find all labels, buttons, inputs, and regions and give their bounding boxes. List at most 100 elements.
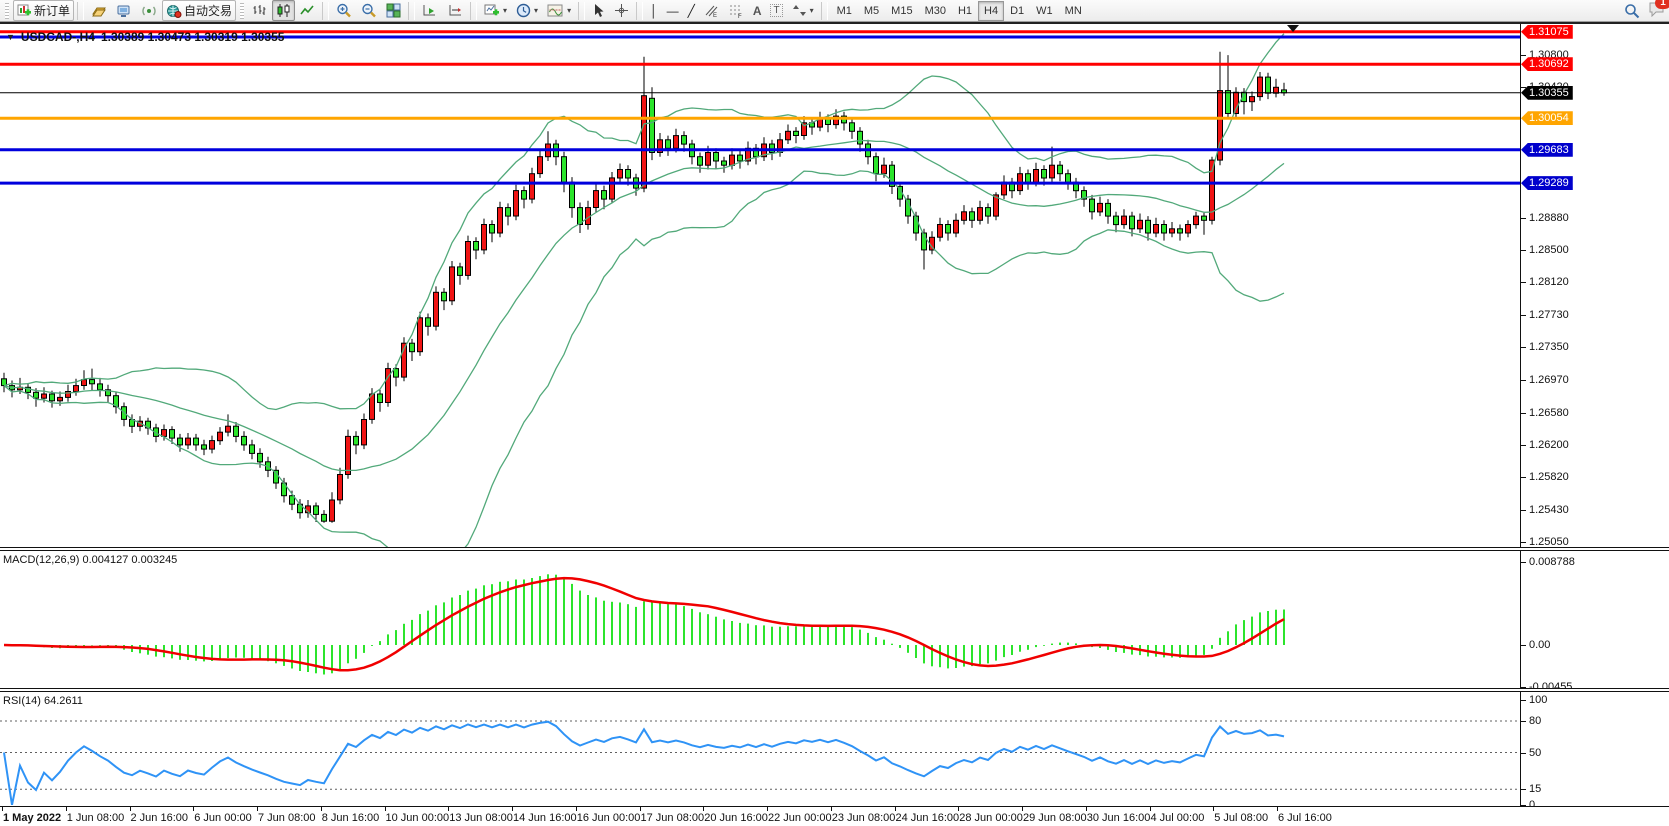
notification-count-badge: 1	[1655, 0, 1669, 9]
terminal-button[interactable]	[112, 0, 136, 21]
periods-button[interactable]: ▾	[512, 0, 542, 21]
trendline-icon: ╱	[688, 5, 695, 17]
pane-separator-macd[interactable]	[0, 547, 1669, 551]
horizontal-line-button[interactable]: —	[663, 0, 683, 21]
time-label: 23 Jun 08:00	[832, 812, 896, 824]
tile-windows-button[interactable]	[382, 0, 405, 21]
zoom-in-button[interactable]	[332, 0, 356, 21]
vertical-line-button[interactable]: │	[646, 0, 662, 21]
timeframe-w1[interactable]: W1	[1030, 1, 1059, 21]
time-label: 6 Jun 00:00	[194, 812, 252, 824]
time-tick	[2, 807, 3, 811]
time-label: 4 Jul 00:00	[1151, 812, 1205, 824]
timeframe-m15[interactable]: M15	[885, 1, 918, 21]
equidistant-channel-button[interactable]: E	[700, 0, 723, 21]
time-label: 10 Jun 00:00	[386, 812, 450, 824]
macd-tick-label: 0.00	[1529, 639, 1550, 651]
crosshair-icon	[614, 3, 629, 18]
search-icon[interactable]	[1624, 3, 1640, 19]
axis-tick	[1521, 510, 1526, 511]
axis-tick	[1521, 218, 1526, 219]
rsi-tick-label: 80	[1529, 715, 1541, 727]
collapse-triangle-icon[interactable]: ▼	[6, 32, 15, 42]
new-chart-icon	[484, 3, 500, 18]
vertical-line-icon: │	[650, 5, 658, 17]
new-chart-button[interactable]: ▾	[480, 0, 511, 21]
rsi-value: 64.2611	[44, 695, 83, 707]
indicators-button[interactable]: ▾	[543, 0, 575, 21]
chart-title: ▼ USDCAD-,H4 1.30389 1.30473 1.30319 1.3…	[6, 30, 284, 44]
time-label: 6 Jul 16:00	[1278, 812, 1332, 824]
time-tick	[66, 807, 67, 811]
separator	[470, 2, 477, 20]
auto-scroll-button[interactable]	[418, 0, 442, 21]
price-line-badge: 1.30355	[1521, 86, 1573, 100]
text-button[interactable]: A	[749, 0, 766, 21]
pane-separator-rsi[interactable]	[0, 688, 1669, 692]
axis-tick	[1521, 445, 1526, 446]
chart-shift-icon	[447, 3, 463, 18]
time-label: 5 Jul 08:00	[1214, 812, 1268, 824]
auto-trading-button[interactable]: 自动交易	[162, 0, 236, 21]
time-label: 7 Jun 08:00	[258, 812, 316, 824]
time-tick	[831, 807, 832, 811]
toolbar-grip[interactable]	[240, 3, 244, 19]
new-order-button[interactable]: 新订单	[13, 0, 74, 21]
timeframe-m30[interactable]: M30	[919, 1, 952, 21]
strategy-tester-icon	[141, 4, 157, 18]
separator	[77, 2, 84, 20]
price-line-badge: 1.30692	[1521, 57, 1573, 71]
chart-shift-button[interactable]	[443, 0, 467, 21]
axis-tick	[1521, 55, 1526, 56]
terminal-icon	[116, 4, 132, 18]
timeframe-h1[interactable]: H1	[952, 1, 978, 21]
price-tick-label: 1.26200	[1529, 439, 1569, 451]
dropdown-caret-icon: ▾	[810, 6, 814, 15]
zoom-in-icon	[336, 3, 352, 18]
chart-bars-button[interactable]	[248, 0, 271, 21]
time-tick	[1086, 807, 1087, 811]
price-tick-label: 1.28880	[1529, 212, 1569, 224]
cursor-icon	[592, 3, 605, 18]
price-tick-label: 1.25430	[1529, 504, 1569, 516]
timeframe-m1[interactable]: M1	[831, 1, 858, 21]
timeframe-h4[interactable]: H4	[978, 1, 1004, 21]
time-tick	[1150, 807, 1151, 811]
price-tick-label: 1.26580	[1529, 407, 1569, 419]
crosshair-button[interactable]	[610, 0, 633, 21]
time-tick	[448, 807, 449, 811]
rsi-label: RSI(14) 64.2611	[3, 695, 83, 707]
separator	[578, 2, 585, 20]
cursor-button[interactable]	[588, 0, 609, 21]
strategy-tester-button[interactable]	[137, 0, 161, 21]
channel-icon: E	[704, 3, 719, 18]
timeframe-mn[interactable]: MN	[1059, 1, 1088, 21]
auto-scroll-icon	[422, 3, 438, 18]
arrows-button[interactable]: ▾	[788, 0, 818, 21]
zoom-out-button[interactable]	[357, 0, 381, 21]
axis-tick	[1521, 282, 1526, 283]
time-axis[interactable]: 1 May 20221 Jun 08:002 Jun 16:006 Jun 00…	[0, 806, 1669, 826]
chart-canvas[interactable]	[0, 0, 1669, 826]
zoom-out-icon	[361, 3, 377, 18]
candlestick-icon	[276, 3, 291, 18]
chart-line-button[interactable]	[296, 0, 319, 21]
rsi-tick-label: 100	[1529, 694, 1547, 706]
timeframe-m5[interactable]: M5	[858, 1, 885, 21]
horizontal-line-icon: —	[667, 5, 679, 17]
notifications-button[interactable]: 1	[1648, 1, 1665, 22]
toolbar: 新订单 自动交易	[0, 0, 1669, 22]
tile-windows-icon	[386, 3, 401, 18]
fibonacci-button[interactable]: F	[724, 0, 748, 21]
trendline-button[interactable]: ╱	[684, 0, 699, 21]
time-tick	[512, 807, 513, 811]
chart-candles-button[interactable]	[272, 0, 295, 21]
market-watch-button[interactable]	[87, 0, 111, 21]
indicators-icon	[547, 3, 564, 18]
text-label-button[interactable]: T	[766, 0, 786, 21]
timeframe-d1[interactable]: D1	[1004, 1, 1030, 21]
time-label: 24 Jun 16:00	[896, 812, 960, 824]
axis-tick	[1521, 87, 1526, 88]
axis-tick	[1521, 315, 1526, 316]
toolbar-grip[interactable]	[5, 3, 9, 19]
